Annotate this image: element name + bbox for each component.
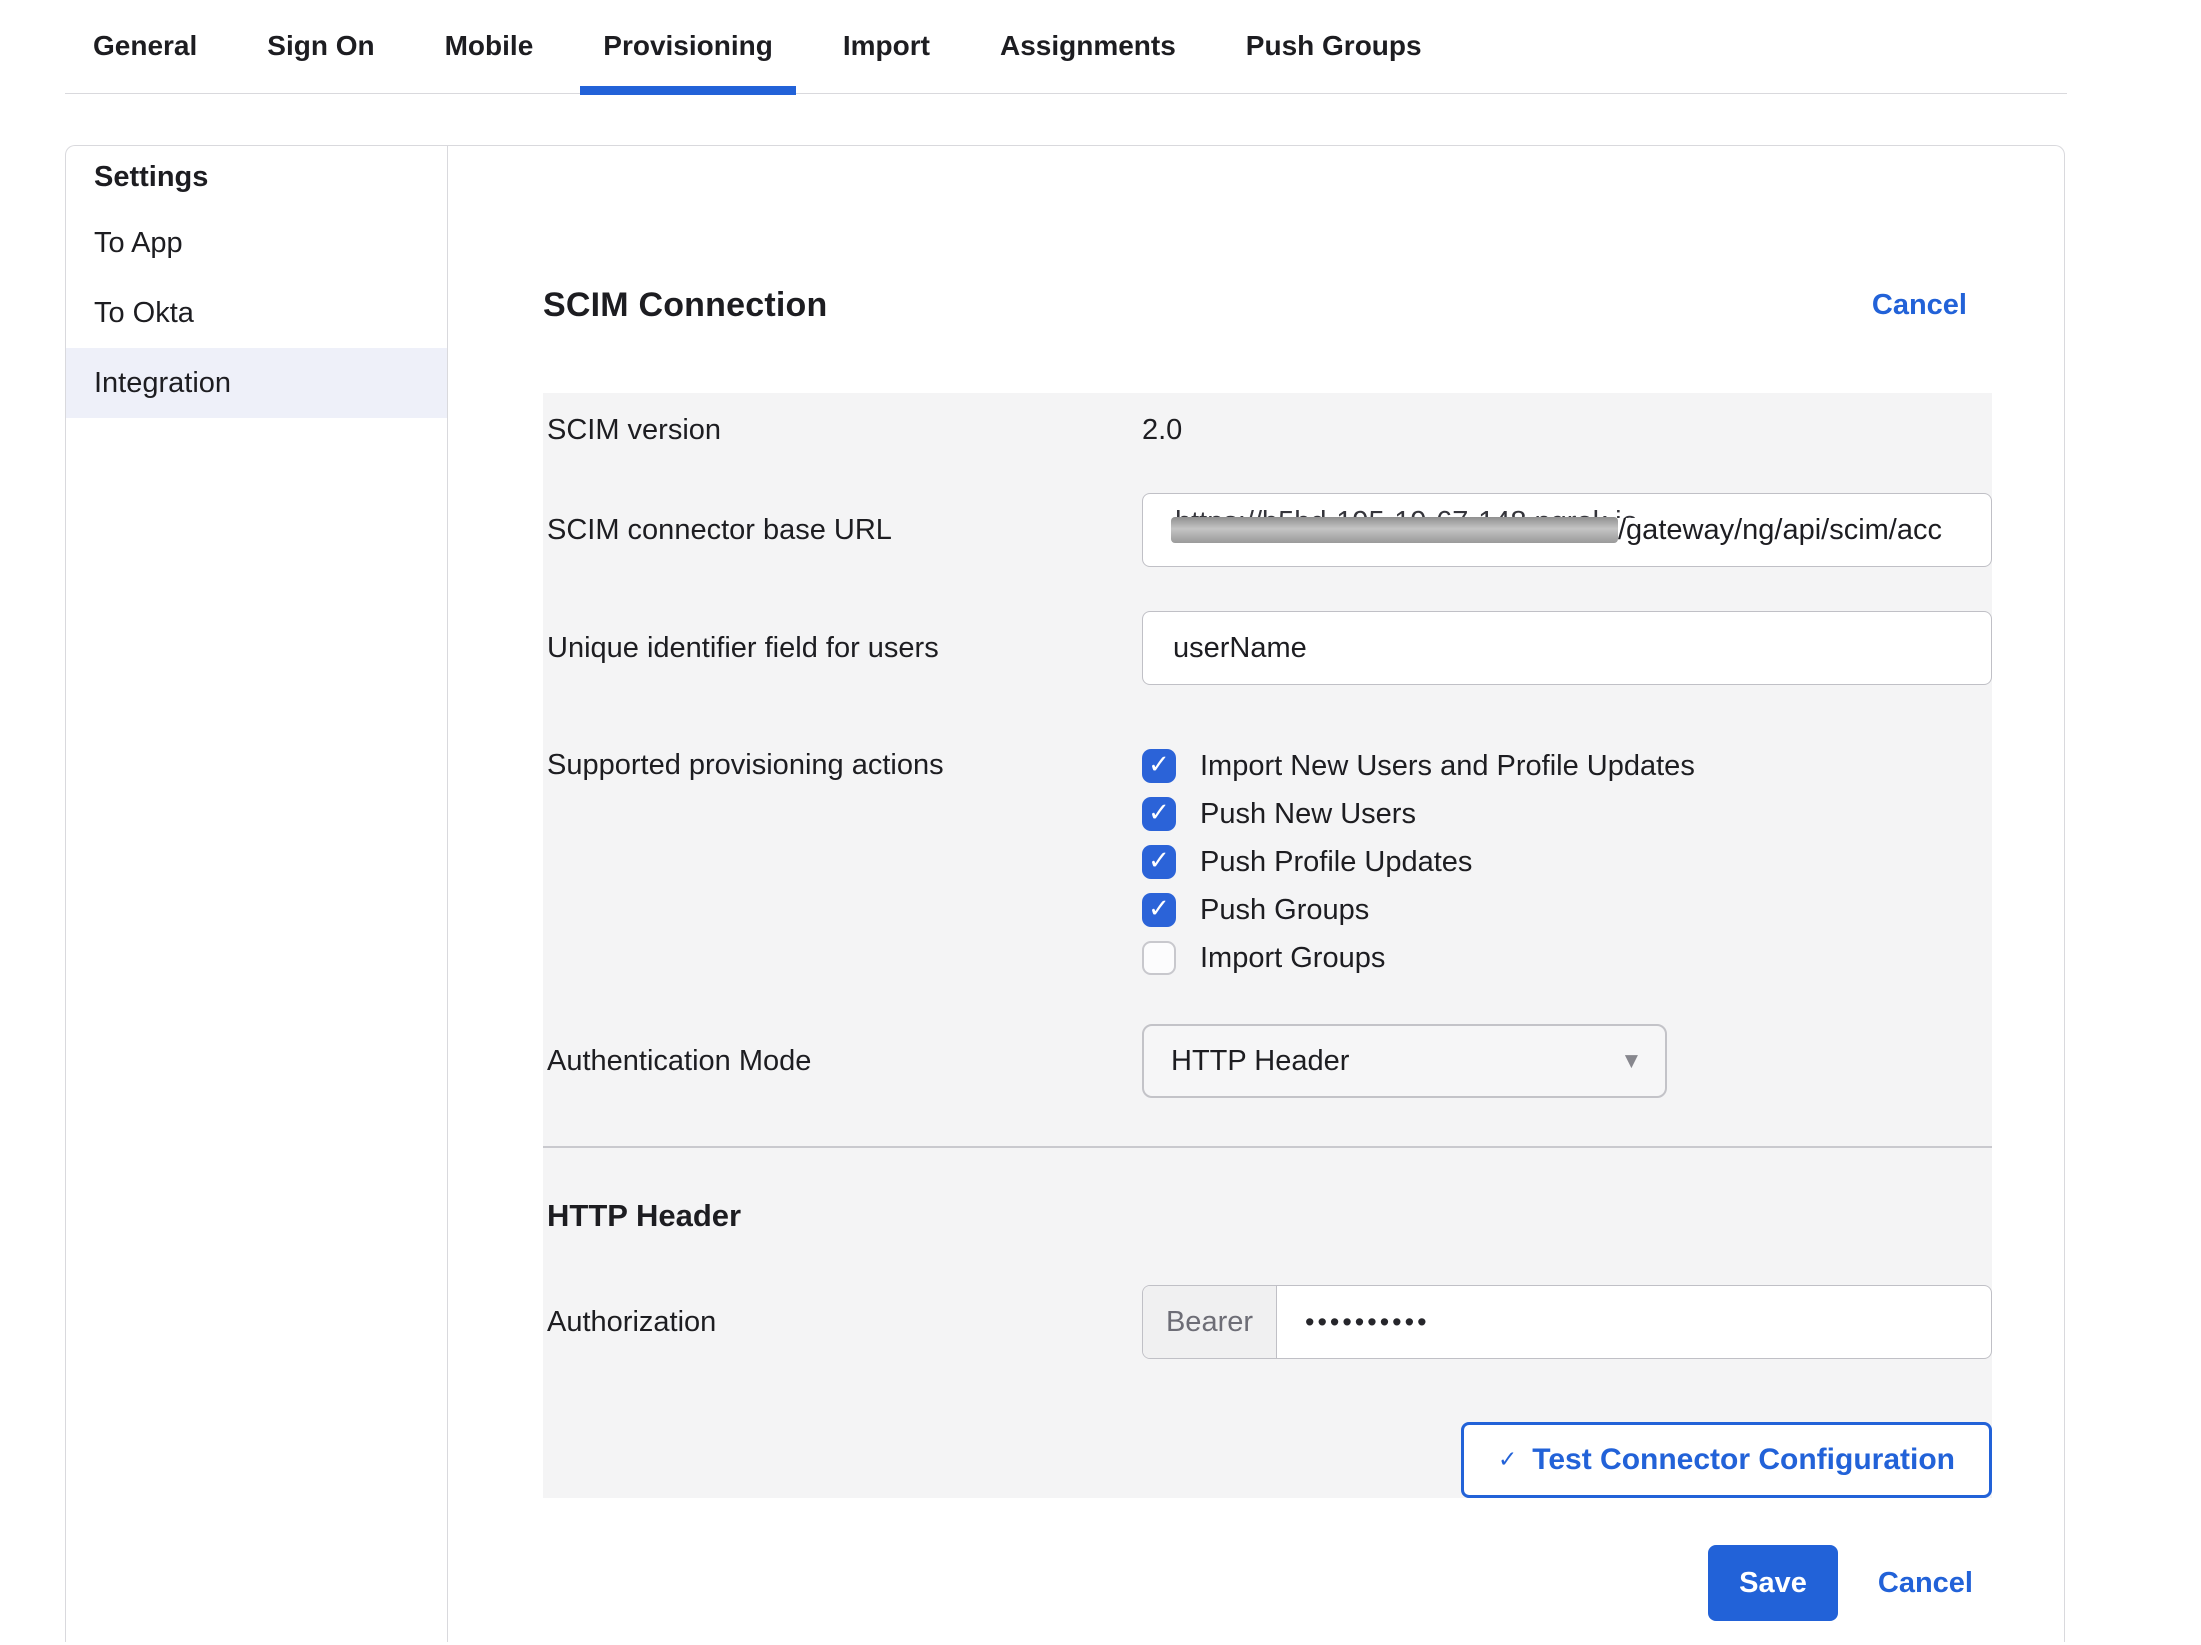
check-icon: ✓ — [1148, 896, 1170, 922]
option-push-profile-updates[interactable]: ✓ Push Profile Updates — [1142, 845, 1695, 879]
authorization-token-input[interactable]: •••••••••• — [1277, 1286, 1430, 1358]
option-label: Import New Users and Profile Updates — [1200, 750, 1695, 783]
option-label: Push Profile Updates — [1200, 846, 1472, 879]
check-icon: ✓ — [1148, 800, 1170, 826]
provisioning-actions-options: ✓ Import New Users and Profile Updates ✓… — [1142, 749, 1695, 975]
checkbox-checked-icon[interactable]: ✓ — [1142, 845, 1176, 879]
main-content: SCIM Connection Cancel SCIM version 2.0 … — [448, 146, 2064, 1642]
check-icon: ✓ — [1148, 848, 1170, 874]
auth-mode-row: Authentication Mode HTTP Header ▼ — [543, 1024, 1992, 1098]
app-tab-bar: General Sign On Mobile Provisioning Impo… — [65, 0, 2067, 94]
tab-assignments[interactable]: Assignments — [977, 30, 1199, 93]
checkbox-unchecked-icon[interactable] — [1142, 941, 1176, 975]
scim-connection-form: SCIM version 2.0 SCIM connector base URL… — [543, 393, 1992, 1498]
option-import-new-users[interactable]: ✓ Import New Users and Profile Updates — [1142, 749, 1695, 783]
option-import-groups[interactable]: Import Groups — [1142, 941, 1695, 975]
base-url-label: SCIM connector base URL — [547, 514, 1142, 547]
scim-version-row: SCIM version 2.0 — [543, 405, 1992, 455]
base-url-row: SCIM connector base URL https://b5bd-195… — [543, 493, 1992, 567]
authorization-label: Authorization — [547, 1306, 1142, 1339]
unique-id-row: Unique identifier field for users userNa… — [543, 611, 1992, 685]
base-url-input[interactable]: https://b5bd-195-19-67-148.ngrok.io /gat… — [1142, 493, 1992, 567]
checkbox-checked-icon[interactable]: ✓ — [1142, 749, 1176, 783]
provisioning-actions-row: Supported provisioning actions ✓ Import … — [543, 749, 1992, 975]
http-header-section-title: HTTP Header — [543, 1195, 1992, 1237]
option-label: Push Groups — [1200, 894, 1369, 927]
tab-general[interactable]: General — [70, 30, 220, 93]
tab-sign-on[interactable]: Sign On — [244, 30, 397, 93]
tab-mobile[interactable]: Mobile — [422, 30, 557, 93]
section-divider — [543, 1146, 1992, 1148]
sidebar-item-integration[interactable]: Integration — [66, 348, 447, 418]
chevron-down-icon: ▼ — [1625, 1051, 1638, 1071]
redaction-bar — [1171, 517, 1618, 543]
sidebar-item-to-okta[interactable]: To Okta — [66, 278, 447, 348]
tab-push-groups[interactable]: Push Groups — [1223, 30, 1445, 93]
provisioning-panel: Settings To App To Okta Integration SCIM… — [65, 145, 2065, 1642]
option-push-groups[interactable]: ✓ Push Groups — [1142, 893, 1695, 927]
checkbox-checked-icon[interactable]: ✓ — [1142, 893, 1176, 927]
unique-id-value: userName — [1143, 632, 1307, 665]
authorization-input-group: Bearer •••••••••• — [1142, 1285, 1992, 1359]
tab-provisioning[interactable]: Provisioning — [580, 30, 796, 93]
scim-connection-header: SCIM Connection Cancel — [448, 285, 2064, 326]
form-footer: Save Cancel — [448, 1545, 2064, 1621]
cancel-link-bottom[interactable]: Cancel — [1878, 1567, 1973, 1600]
sidebar-item-to-app[interactable]: To App — [66, 208, 447, 278]
auth-mode-label: Authentication Mode — [547, 1045, 1142, 1078]
unique-id-input[interactable]: userName — [1142, 611, 1992, 685]
unique-id-label: Unique identifier field for users — [547, 632, 1142, 665]
base-url-visible-text: /gateway/ng/api/scim/acc — [1618, 514, 1942, 547]
check-icon: ✓ — [1148, 752, 1170, 778]
provisioning-actions-label: Supported provisioning actions — [547, 749, 1142, 782]
option-push-new-users[interactable]: ✓ Push New Users — [1142, 797, 1695, 831]
sidebar-title: Settings — [66, 146, 447, 208]
tab-import[interactable]: Import — [820, 30, 953, 93]
auth-mode-selected-value: HTTP Header — [1171, 1045, 1349, 1078]
cancel-link-top[interactable]: Cancel — [1872, 289, 1967, 322]
page-title: SCIM Connection — [543, 286, 827, 325]
scim-version-value: 2.0 — [1142, 414, 1182, 447]
option-label: Push New Users — [1200, 798, 1416, 831]
option-label: Import Groups — [1200, 942, 1385, 975]
save-button[interactable]: Save — [1708, 1545, 1838, 1621]
scim-version-label: SCIM version — [547, 414, 1142, 447]
auth-mode-select[interactable]: HTTP Header ▼ — [1142, 1024, 1667, 1098]
check-icon: ✓ — [1498, 1447, 1517, 1473]
test-connector-button[interactable]: ✓ Test Connector Configuration — [1461, 1422, 1992, 1498]
settings-sidebar: Settings To App To Okta Integration — [66, 146, 448, 1642]
test-connector-label: Test Connector Configuration — [1532, 1443, 1955, 1477]
checkbox-checked-icon[interactable]: ✓ — [1142, 797, 1176, 831]
bearer-prefix: Bearer — [1143, 1286, 1277, 1358]
authorization-row: Authorization Bearer •••••••••• — [543, 1285, 1992, 1359]
test-connector-row: ✓ Test Connector Configuration — [543, 1422, 1992, 1498]
